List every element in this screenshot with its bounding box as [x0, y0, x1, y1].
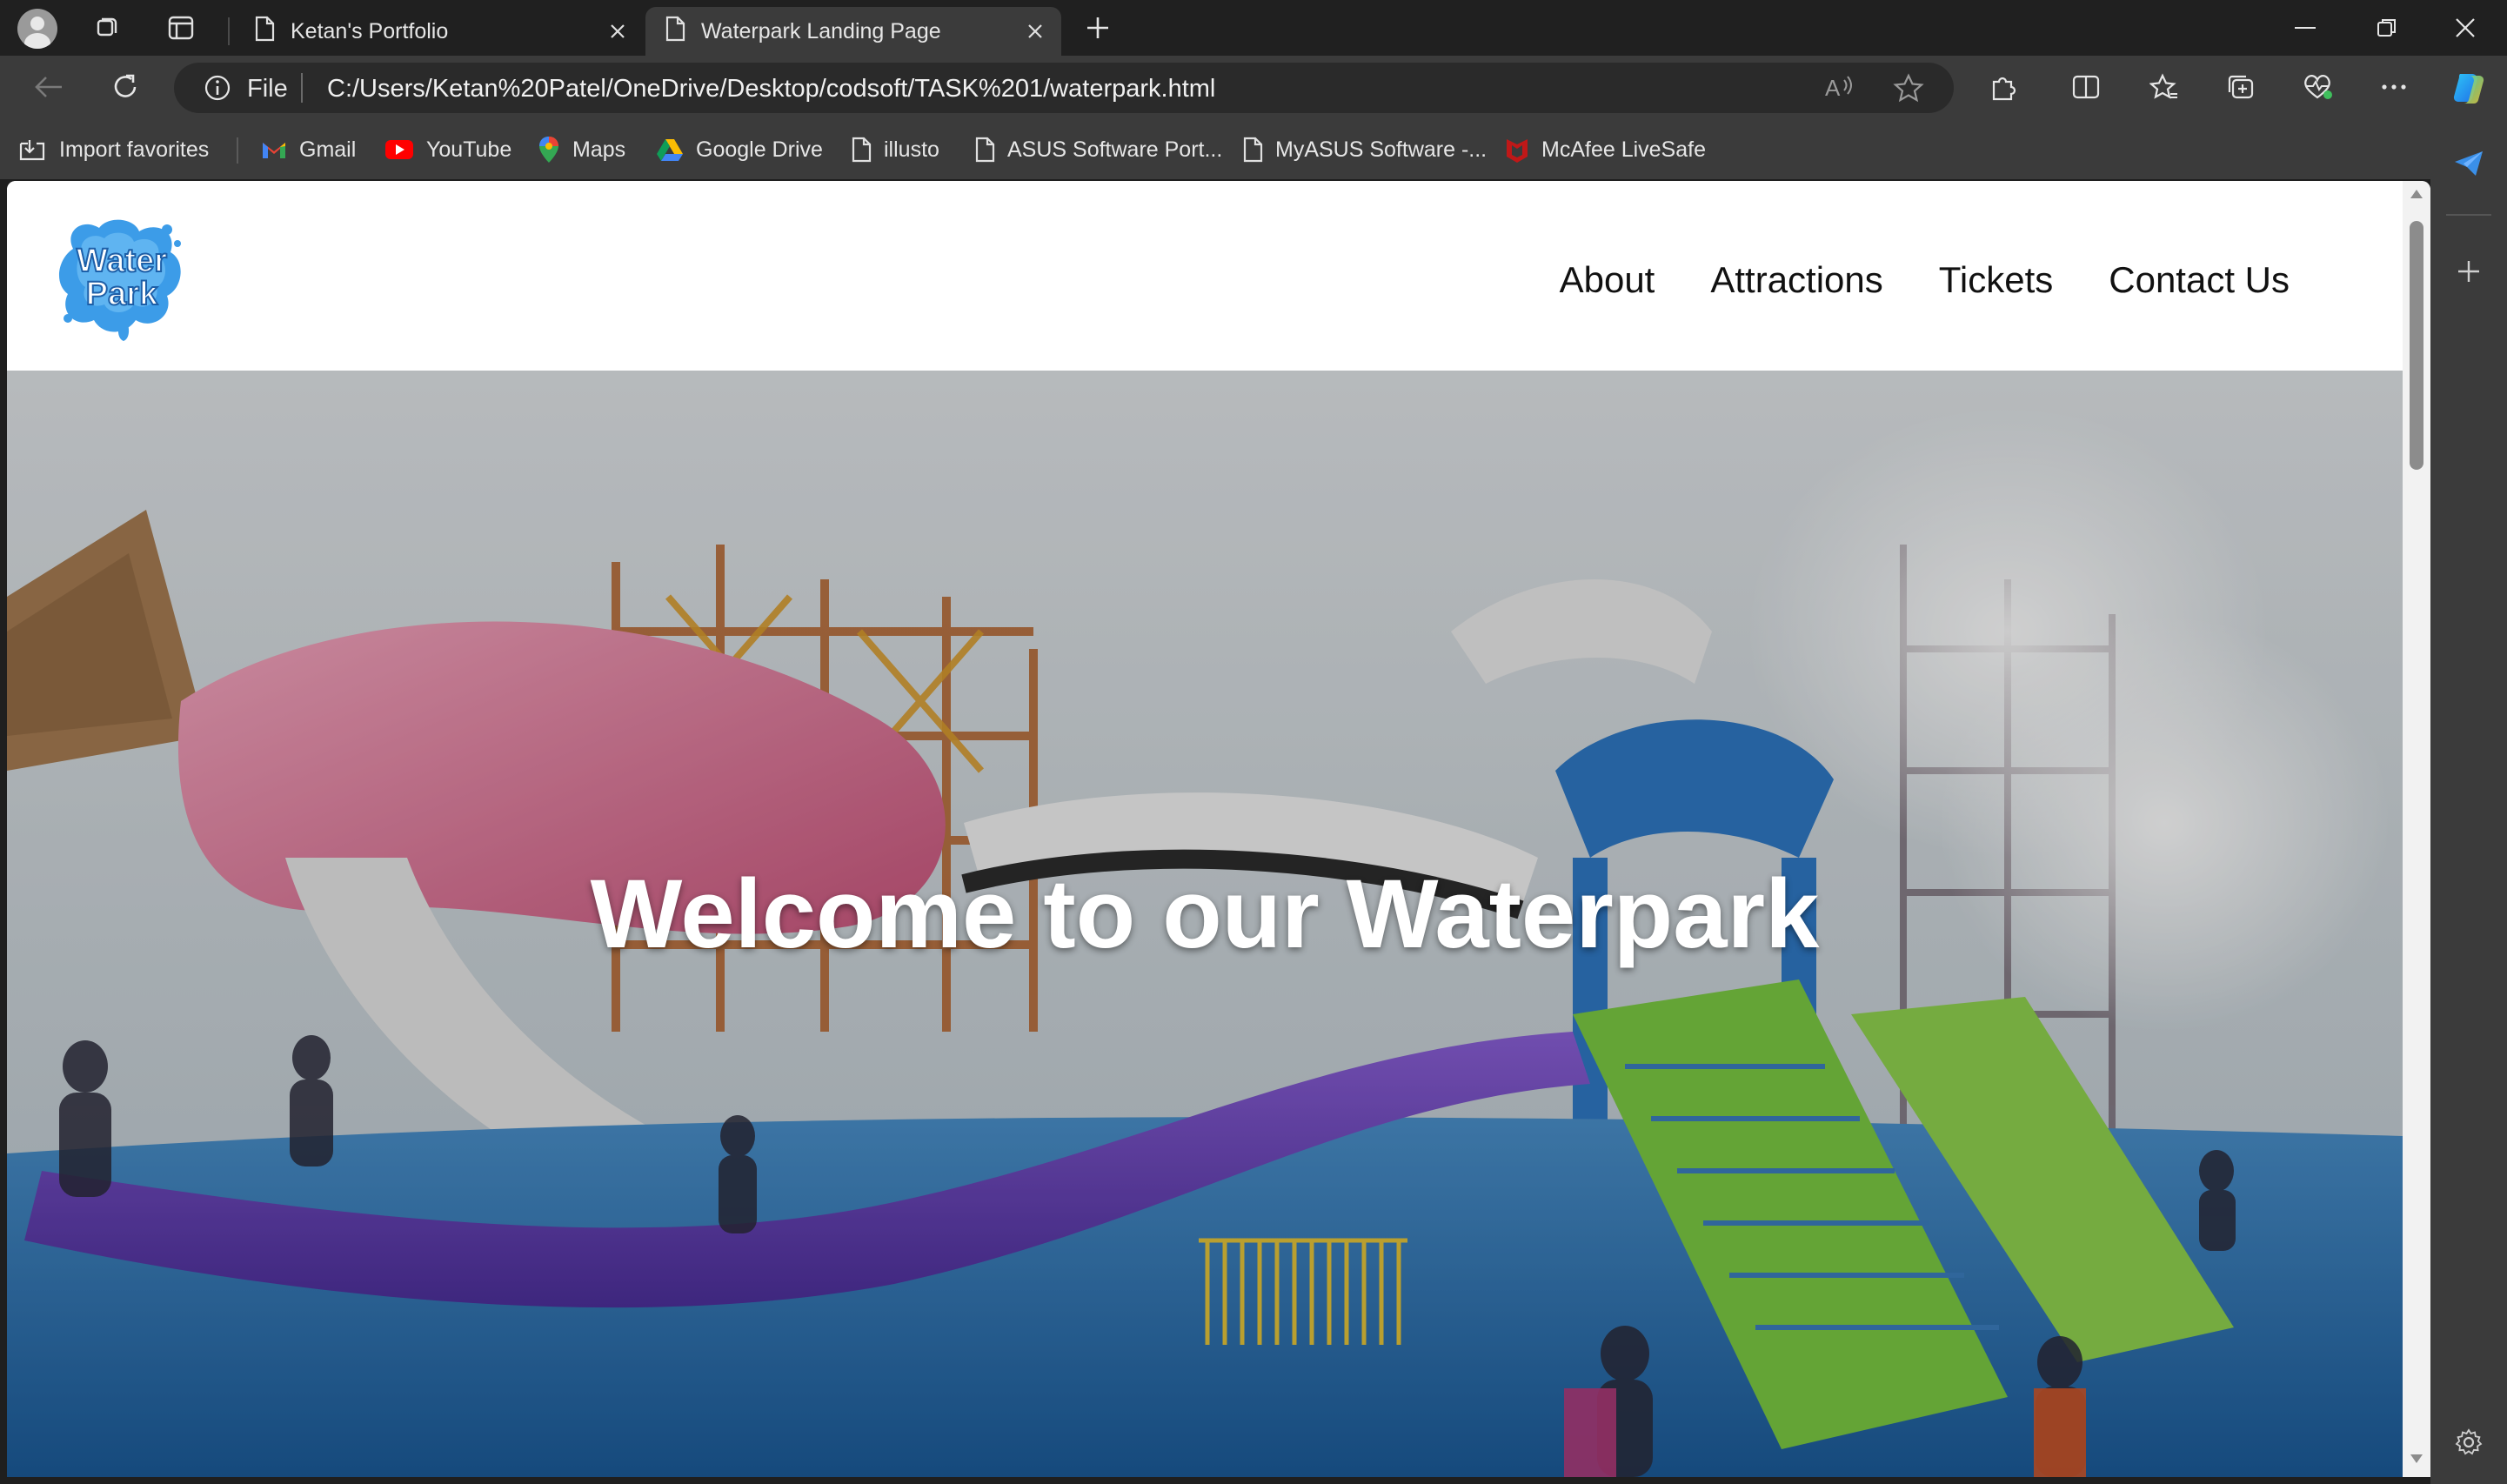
page-viewport: Water Park About Attractions Tickets Con… [7, 181, 2430, 1477]
scroll-down-arrow-icon[interactable] [2408, 1451, 2425, 1467]
vertical-tabs-icon[interactable] [164, 12, 198, 43]
favorite-label: illusto [884, 137, 939, 162]
favorite-import-favorites[interactable]: Import favorites [17, 132, 209, 167]
refresh-icon[interactable] [108, 70, 143, 104]
workspaces-icon[interactable] [90, 12, 125, 43]
favorite-gmail[interactable]: Gmail [261, 132, 356, 167]
favorite-star-icon[interactable] [1893, 73, 1924, 107]
more-options-icon[interactable] [2377, 70, 2411, 104]
page-icon [851, 137, 872, 163]
browser-essentials-icon[interactable] [2300, 70, 2335, 104]
favorite-label: Gmail [299, 137, 357, 162]
close-window-icon[interactable] [2448, 12, 2483, 43]
favorites-icon[interactable] [2147, 70, 2182, 104]
favorite-label: Import favorites [59, 137, 210, 162]
back-arrow-icon[interactable] [31, 70, 66, 104]
tab-separator [228, 17, 230, 45]
nav-contact-us[interactable]: Contact Us [2109, 259, 2290, 301]
site-info-icon[interactable] [204, 74, 231, 106]
favorite-myasus-software[interactable]: MyASUS Software -... [1242, 132, 1487, 167]
mcafee-icon [1505, 136, 1529, 164]
google-drive-icon [656, 137, 684, 162]
favorite-google-drive[interactable]: Google Drive [656, 132, 823, 167]
favorites-separator [237, 137, 238, 164]
favorite-label: YouTube [426, 137, 512, 162]
tab-title: Waterpark Landing Page [701, 18, 941, 43]
page-icon [974, 137, 995, 163]
close-tab-icon[interactable] [605, 19, 630, 43]
scroll-up-arrow-icon[interactable] [2408, 186, 2425, 202]
favorite-label: McAfee LiveSafe [1541, 137, 1706, 162]
send-icon[interactable] [2451, 146, 2486, 181]
gmail-icon [261, 139, 287, 160]
profile-avatar[interactable] [17, 9, 57, 49]
tab-strip: Ketan's Portfolio Waterpark Landing Page [0, 0, 2507, 56]
youtube-icon [384, 138, 414, 161]
tab-waterpark-landing-page[interactable]: Waterpark Landing Page [645, 7, 1061, 56]
logo-word-water: Water [77, 243, 167, 279]
page-scrollbar[interactable] [2403, 181, 2430, 1477]
favorite-label: ASUS Software Port... [1007, 137, 1223, 162]
favorite-label: Maps [572, 137, 626, 162]
address-divider [301, 73, 303, 103]
minimize-icon[interactable] [2288, 12, 2323, 43]
waterpark-logo[interactable]: Water Park [56, 214, 188, 343]
logo-word-park: Park [86, 276, 158, 312]
nav-attractions[interactable]: Attractions [1710, 259, 1882, 301]
favorite-youtube[interactable]: YouTube [384, 132, 511, 167]
maps-icon [538, 135, 560, 164]
favorite-label: MyASUS Software -... [1275, 137, 1487, 162]
sidebar-divider [2446, 214, 2491, 216]
svg-text:A: A [1825, 75, 1841, 101]
extensions-icon[interactable] [1985, 70, 2020, 104]
favorite-asus-software-portal[interactable]: ASUS Software Port... [974, 132, 1222, 167]
nav-tickets[interactable]: Tickets [1939, 259, 2053, 301]
copilot-icon[interactable] [2448, 64, 2491, 110]
page-icon [665, 16, 685, 48]
scheme-label: File [247, 75, 288, 103]
favorite-mcafee-livesafe[interactable]: McAfee LiveSafe [1505, 132, 1706, 167]
favorite-illusto[interactable]: illusto [851, 132, 939, 167]
hero-section: Welcome to our Waterpark [7, 371, 2403, 1477]
favorite-maps[interactable]: Maps [538, 132, 625, 167]
collections-icon[interactable] [2223, 70, 2258, 104]
import-icon [17, 137, 47, 163]
page-icon [1242, 137, 1263, 163]
tab-title: Ketan's Portfolio [291, 18, 449, 43]
page-icon [254, 16, 275, 48]
close-tab-icon[interactable] [1023, 19, 1047, 43]
edge-sidebar [2430, 120, 2507, 1484]
nav-about[interactable]: About [1560, 259, 1655, 301]
scrollbar-thumb[interactable] [2410, 221, 2423, 470]
address-bar[interactable]: File C:/Users/Ketan%20Patel/OneDrive/Des… [174, 63, 1954, 113]
main-nav: About Attractions Tickets Contact Us [1560, 259, 2290, 301]
url-text[interactable]: C:/Users/Ketan%20Patel/OneDrive/Desktop/… [327, 75, 1215, 104]
add-sidebar-app-icon[interactable] [2451, 254, 2486, 289]
favorite-label: Google Drive [696, 137, 823, 162]
navigation-toolbar: File C:/Users/Ketan%20Patel/OneDrive/Des… [0, 56, 2507, 120]
restore-icon[interactable] [2370, 12, 2404, 43]
split-screen-icon[interactable] [2069, 70, 2103, 104]
sidebar-settings-gear-icon[interactable] [2451, 1425, 2486, 1460]
hero-title: Welcome to our Waterpark [590, 859, 1820, 968]
new-tab-icon[interactable] [1082, 10, 1113, 45]
read-aloud-icon[interactable]: A [1823, 73, 1855, 107]
site-header: Water Park About Attractions Tickets Con… [7, 181, 2403, 371]
tab-ketans-portfolio[interactable]: Ketan's Portfolio [235, 7, 644, 56]
favorites-bar: Import favorites Gmail YouTube Maps Goog… [0, 120, 2507, 179]
